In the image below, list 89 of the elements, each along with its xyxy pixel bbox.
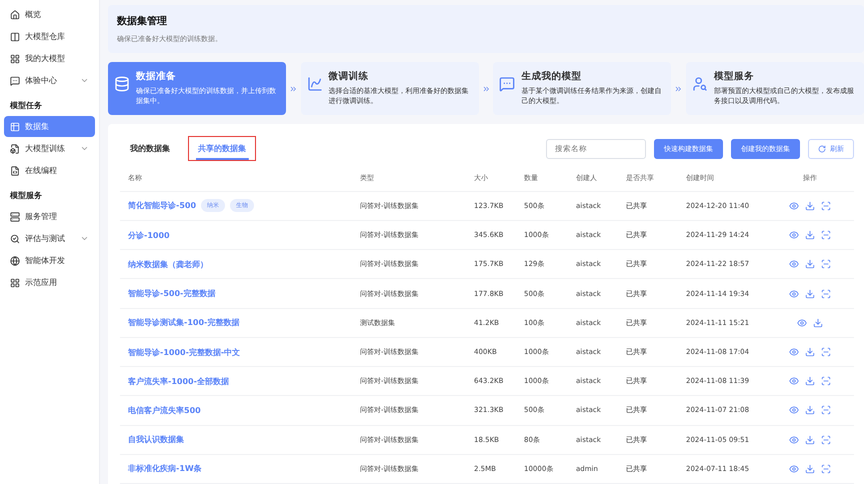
grid-icon	[10, 278, 20, 288]
nav-label: 评估与测试	[25, 233, 66, 244]
nav-item[interactable]: 示范应用	[4, 272, 95, 293]
dataset-link[interactable]: 电信客户流失率500	[128, 404, 201, 416]
scan-icon[interactable]	[821, 434, 831, 445]
download-icon[interactable]	[805, 434, 815, 445]
dataset-link[interactable]: 智能导诊测试集-100-完整数据	[128, 317, 240, 328]
nav-section-title: 模型任务	[9, 100, 43, 112]
eye-icon[interactable]	[789, 347, 799, 357]
tab[interactable]: 共享的数据集	[188, 136, 256, 162]
download-icon[interactable]	[805, 376, 815, 386]
download-icon[interactable]	[805, 464, 815, 474]
user-search-icon	[692, 76, 708, 92]
chat-icon	[499, 76, 516, 92]
eye-icon[interactable]	[789, 464, 799, 474]
eye-icon[interactable]	[789, 200, 799, 211]
code-file-icon	[10, 166, 20, 176]
nav-label: 概览	[25, 9, 42, 20]
download-icon[interactable]	[805, 288, 815, 299]
download-icon[interactable]	[805, 347, 815, 357]
nav-label: 智能体开发	[25, 255, 66, 266]
nav-label: 服务管理	[25, 211, 58, 222]
scan-icon[interactable]	[821, 200, 831, 211]
chevron-down-icon	[80, 76, 89, 85]
download-icon[interactable]	[805, 230, 815, 240]
page-title: 数据集管理	[117, 14, 168, 28]
chart-icon	[306, 76, 323, 92]
dataset-link[interactable]: 简化智能导诊-500	[128, 200, 196, 212]
step-title: 模型服务	[714, 70, 756, 83]
nav-label: 体验中心	[25, 75, 58, 86]
download-icon[interactable]	[805, 259, 815, 270]
nav-item[interactable]: 数据集	[4, 116, 95, 137]
nav-label: 大模型训练	[25, 143, 66, 154]
dataset-link[interactable]: 纳米数据集（龚老师）	[128, 258, 208, 270]
nav-item[interactable]: 大模型训练	[4, 138, 95, 159]
globe-icon	[10, 256, 20, 266]
eye-icon[interactable]	[789, 405, 799, 416]
home-icon	[10, 10, 20, 20]
chevron-down-icon	[80, 144, 89, 153]
dataset-link[interactable]: 自我认识数据集	[128, 434, 184, 446]
eye-icon[interactable]	[789, 434, 799, 445]
nav-label: 在线编程	[25, 165, 58, 176]
nav-item[interactable]: 我的大模型	[4, 48, 95, 69]
dataset-link[interactable]: 分诊-1000	[128, 230, 170, 241]
scan-icon[interactable]	[821, 405, 831, 416]
nav-item[interactable]: 大模型仓库	[4, 26, 95, 47]
server-icon	[10, 212, 20, 222]
chat-icon	[10, 76, 20, 86]
step-title: 微调训练	[328, 70, 370, 83]
file-icon	[10, 144, 20, 154]
nav-label: 大模型仓库	[25, 31, 66, 42]
eye-icon[interactable]	[789, 376, 799, 386]
nav-item[interactable]: 评估与测试	[4, 228, 95, 249]
dataset-link[interactable]: 智能导诊-1000-完整数据-中文	[128, 346, 240, 358]
scan-icon[interactable]	[821, 230, 831, 240]
scan-icon[interactable]	[821, 288, 831, 299]
tab[interactable]: 我的数据集	[120, 136, 180, 162]
scan-icon[interactable]	[821, 376, 831, 386]
columns-icon	[10, 32, 20, 42]
chevron-down-icon	[80, 234, 89, 243]
eye-icon[interactable]	[789, 230, 799, 240]
nav-label: 数据集	[25, 121, 50, 132]
grid-icon	[10, 54, 20, 64]
dataset-link[interactable]: 智能导诊-500-完整数据	[128, 288, 216, 300]
refresh-icon	[818, 144, 826, 153]
search-icon	[10, 234, 20, 244]
database-icon	[114, 76, 130, 92]
eye-icon[interactable]	[797, 318, 807, 328]
download-icon[interactable]	[813, 318, 823, 328]
eye-icon[interactable]	[789, 288, 799, 299]
nav-section-title: 模型服务	[9, 190, 43, 202]
nav-item[interactable]: 概览	[4, 4, 95, 25]
dataset-link[interactable]: 客户流失率-1000-全部数据	[128, 376, 229, 387]
nav-label: 我的大模型	[25, 53, 66, 64]
nav-item[interactable]: 在线编程	[4, 160, 95, 181]
download-icon[interactable]	[805, 405, 815, 416]
nav-item[interactable]: 服务管理	[4, 206, 95, 227]
step-title: 数据准备	[136, 70, 177, 83]
download-icon[interactable]	[805, 200, 815, 211]
scan-icon[interactable]	[821, 259, 831, 270]
nav-item[interactable]: 智能体开发	[4, 250, 95, 271]
scan-icon[interactable]	[821, 464, 831, 474]
dataset-link[interactable]: 非标准化疾病-1W条	[128, 463, 202, 474]
scan-icon[interactable]	[821, 347, 831, 357]
eye-icon[interactable]	[789, 259, 799, 270]
table-icon	[10, 122, 20, 132]
nav-item[interactable]: 体验中心	[4, 70, 95, 91]
nav-label: 示范应用	[25, 277, 58, 288]
step-title: 生成我的模型	[521, 70, 582, 83]
